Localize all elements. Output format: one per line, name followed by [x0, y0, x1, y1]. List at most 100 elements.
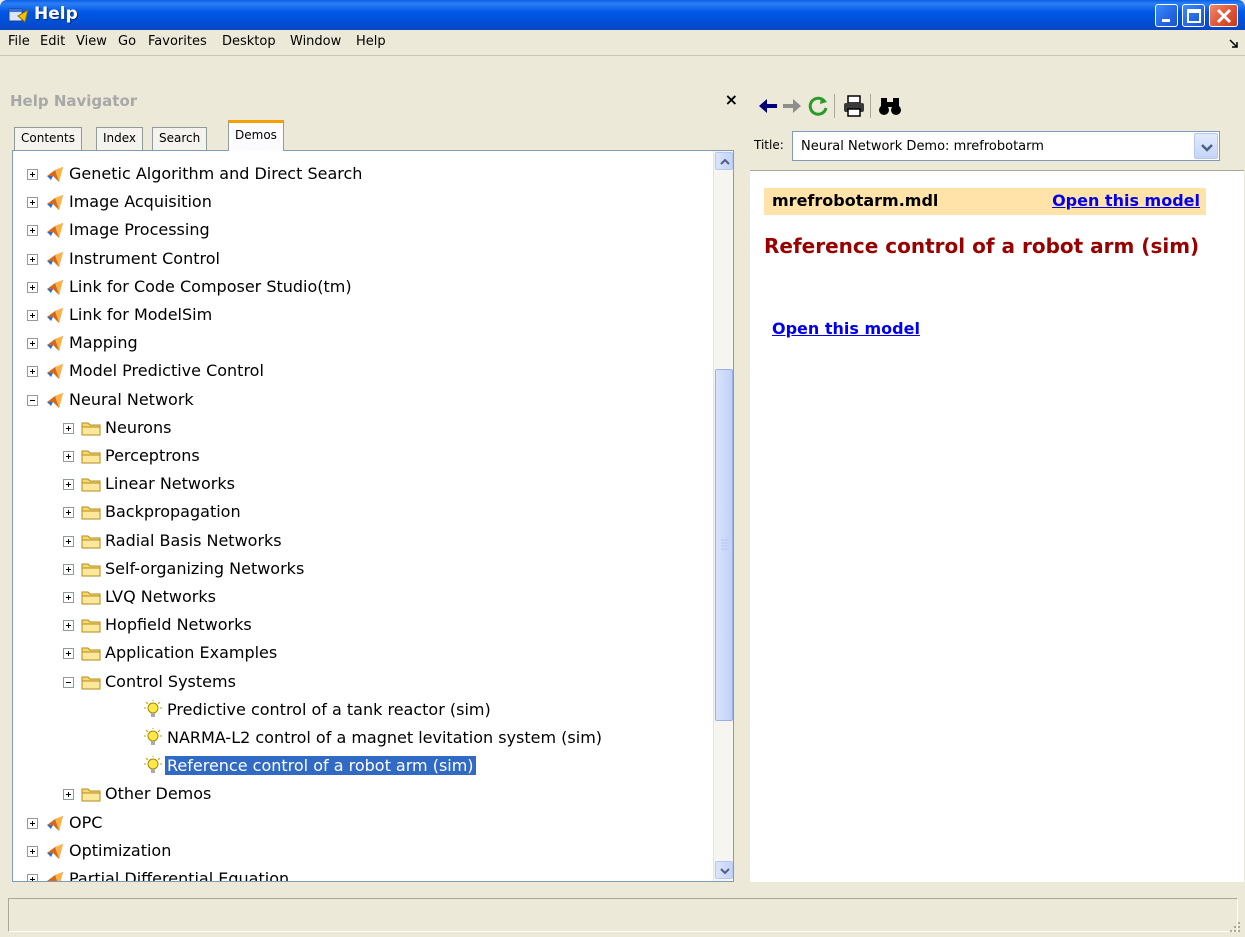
tab-search[interactable]: Search: [152, 127, 208, 150]
menu-desktop[interactable]: Desktop: [222, 34, 276, 49]
status-bar: [0, 884, 1245, 937]
folder-icon: [81, 587, 101, 607]
model-filename: mrefrobotarm.mdl: [772, 191, 939, 210]
tab-contents[interactable]: Contents: [14, 127, 82, 150]
find-binoculars-icon[interactable]: [878, 94, 902, 118]
demos-tree: Genetic Algorithm and Direct Search Image…: [12, 150, 734, 882]
tree-item-label: Image Processing: [69, 220, 210, 240]
expand-plus-icon[interactable]: [63, 535, 74, 547]
tree-item-label: Reference control of a robot arm (sim): [164, 755, 477, 777]
tree-item-label: Radial Basis Networks: [105, 530, 282, 550]
tree-item-label: Genetic Algorithm and Direct Search: [69, 164, 363, 183]
open-model-link[interactable]: Open this model: [772, 319, 920, 338]
collapse-minus-icon[interactable]: [63, 676, 74, 688]
tree-item-label: Instrument Control: [69, 248, 220, 268]
tree-item-label: Self-organizing Networks: [105, 558, 305, 578]
expand-plus-icon[interactable]: [27, 817, 38, 829]
toolbar-separator: [834, 94, 835, 118]
page-title-row: Title: Neural Network Demo: mrefrobotarm: [752, 130, 1222, 162]
chevron-down-icon: [720, 868, 730, 875]
model-header-bar: mrefrobotarm.mdl Open this model: [764, 188, 1206, 215]
back-arrow-icon[interactable]: [756, 94, 780, 118]
open-model-link-top[interactable]: Open this model: [1052, 191, 1200, 210]
maximize-button[interactable]: [1182, 4, 1205, 27]
menu-go[interactable]: Go: [118, 34, 136, 49]
close-window-button[interactable]: [1209, 4, 1238, 27]
menu-view[interactable]: View: [76, 34, 107, 49]
folder-icon: [81, 446, 101, 466]
matlab-icon: [45, 192, 65, 212]
matlab-icon: [45, 869, 65, 881]
expand-plus-icon[interactable]: [27, 281, 38, 293]
pane-splitter[interactable]: [742, 84, 750, 884]
menu-favorites[interactable]: Favorites: [148, 34, 207, 49]
tree-item-label: Link for ModelSim: [69, 305, 213, 324]
expand-plus-icon[interactable]: [63, 789, 74, 801]
expand-plus-icon[interactable]: [27, 169, 38, 180]
help-window-icon: [8, 8, 29, 23]
folder-icon: [81, 474, 101, 494]
scroll-thumb[interactable]: [715, 369, 733, 721]
expand-plus-icon[interactable]: [27, 874, 38, 881]
help-document: mrefrobotarm.mdl Open this model Referen…: [750, 170, 1244, 882]
expand-plus-icon[interactable]: [27, 366, 38, 378]
status-field: [8, 898, 1238, 932]
expand-plus-icon[interactable]: [27, 253, 38, 265]
expand-plus-icon[interactable]: [63, 563, 74, 575]
collapse-minus-icon[interactable]: [27, 394, 38, 406]
expand-plus-icon[interactable]: [63, 592, 74, 603]
forward-arrow-icon[interactable]: [780, 94, 804, 118]
matlab-icon: [45, 813, 65, 833]
help-navigator-title: Help Navigator: [10, 92, 138, 110]
expand-plus-icon[interactable]: [63, 422, 74, 434]
lightbulb-icon: [143, 699, 163, 720]
undock-arrow-icon[interactable]: [1229, 39, 1239, 49]
menu-file[interactable]: File: [8, 34, 30, 49]
tree-item-label: Application Examples: [105, 643, 278, 663]
resize-grip-icon[interactable]: [1229, 921, 1241, 933]
menu-window[interactable]: Window: [290, 34, 341, 49]
refresh-icon[interactable]: [806, 94, 830, 118]
menu-edit[interactable]: Edit: [40, 34, 65, 49]
expand-plus-icon[interactable]: [27, 225, 38, 237]
chevron-up-icon: [720, 158, 730, 165]
title-dropdown-button[interactable]: [1194, 133, 1218, 159]
expand-plus-icon[interactable]: [27, 310, 38, 321]
page-title-select[interactable]: Neural Network Demo: mrefrobotarm: [792, 131, 1220, 161]
folder-icon: [81, 784, 101, 804]
tree-item-label: Control Systems: [105, 671, 236, 691]
print-icon[interactable]: [842, 94, 866, 118]
folder-icon: [81, 531, 101, 551]
tree-item-label: Predictive control of a tank reactor (si…: [167, 699, 491, 719]
help-navigator-header: Help Navigator ×: [8, 88, 742, 114]
folder-icon: [81, 672, 101, 692]
expand-plus-icon[interactable]: [27, 197, 38, 209]
grip-lines-icon: [721, 539, 729, 550]
expand-plus-icon[interactable]: [27, 338, 38, 350]
matlab-icon: [45, 390, 65, 410]
scroll-down-button[interactable]: [715, 861, 733, 879]
tree-item-label: LVQ Networks: [105, 587, 216, 606]
scroll-up-button[interactable]: [715, 152, 733, 170]
menu-help[interactable]: Help: [356, 34, 386, 49]
expand-plus-icon[interactable]: [63, 648, 74, 660]
minimize-button[interactable]: [1155, 4, 1178, 27]
tree-scrollbar[interactable]: [713, 151, 733, 881]
toolbar-separator: [870, 94, 871, 118]
title-bar: Help: [0, 0, 1245, 30]
expand-plus-icon[interactable]: [27, 845, 38, 857]
document-heading: Reference control of a robot arm (sim): [764, 234, 1200, 258]
expand-plus-icon[interactable]: [63, 620, 74, 632]
tab-index[interactable]: Index: [96, 127, 144, 150]
chevron-down-icon: [1201, 144, 1213, 152]
tab-demos[interactable]: Demos: [228, 120, 284, 151]
folder-icon: [81, 643, 101, 663]
tree-item-label: Backpropagation: [105, 502, 241, 522]
maximize-icon: [1187, 9, 1201, 23]
expand-plus-icon[interactable]: [63, 451, 74, 462]
expand-plus-icon[interactable]: [63, 479, 74, 491]
tree-item-label: NARMA-L2 control of a magnet levitation …: [167, 728, 603, 747]
tree-item-label: Optimization: [69, 840, 172, 860]
expand-plus-icon[interactable]: [63, 507, 74, 519]
navigator-close-button[interactable]: ×: [725, 90, 738, 109]
